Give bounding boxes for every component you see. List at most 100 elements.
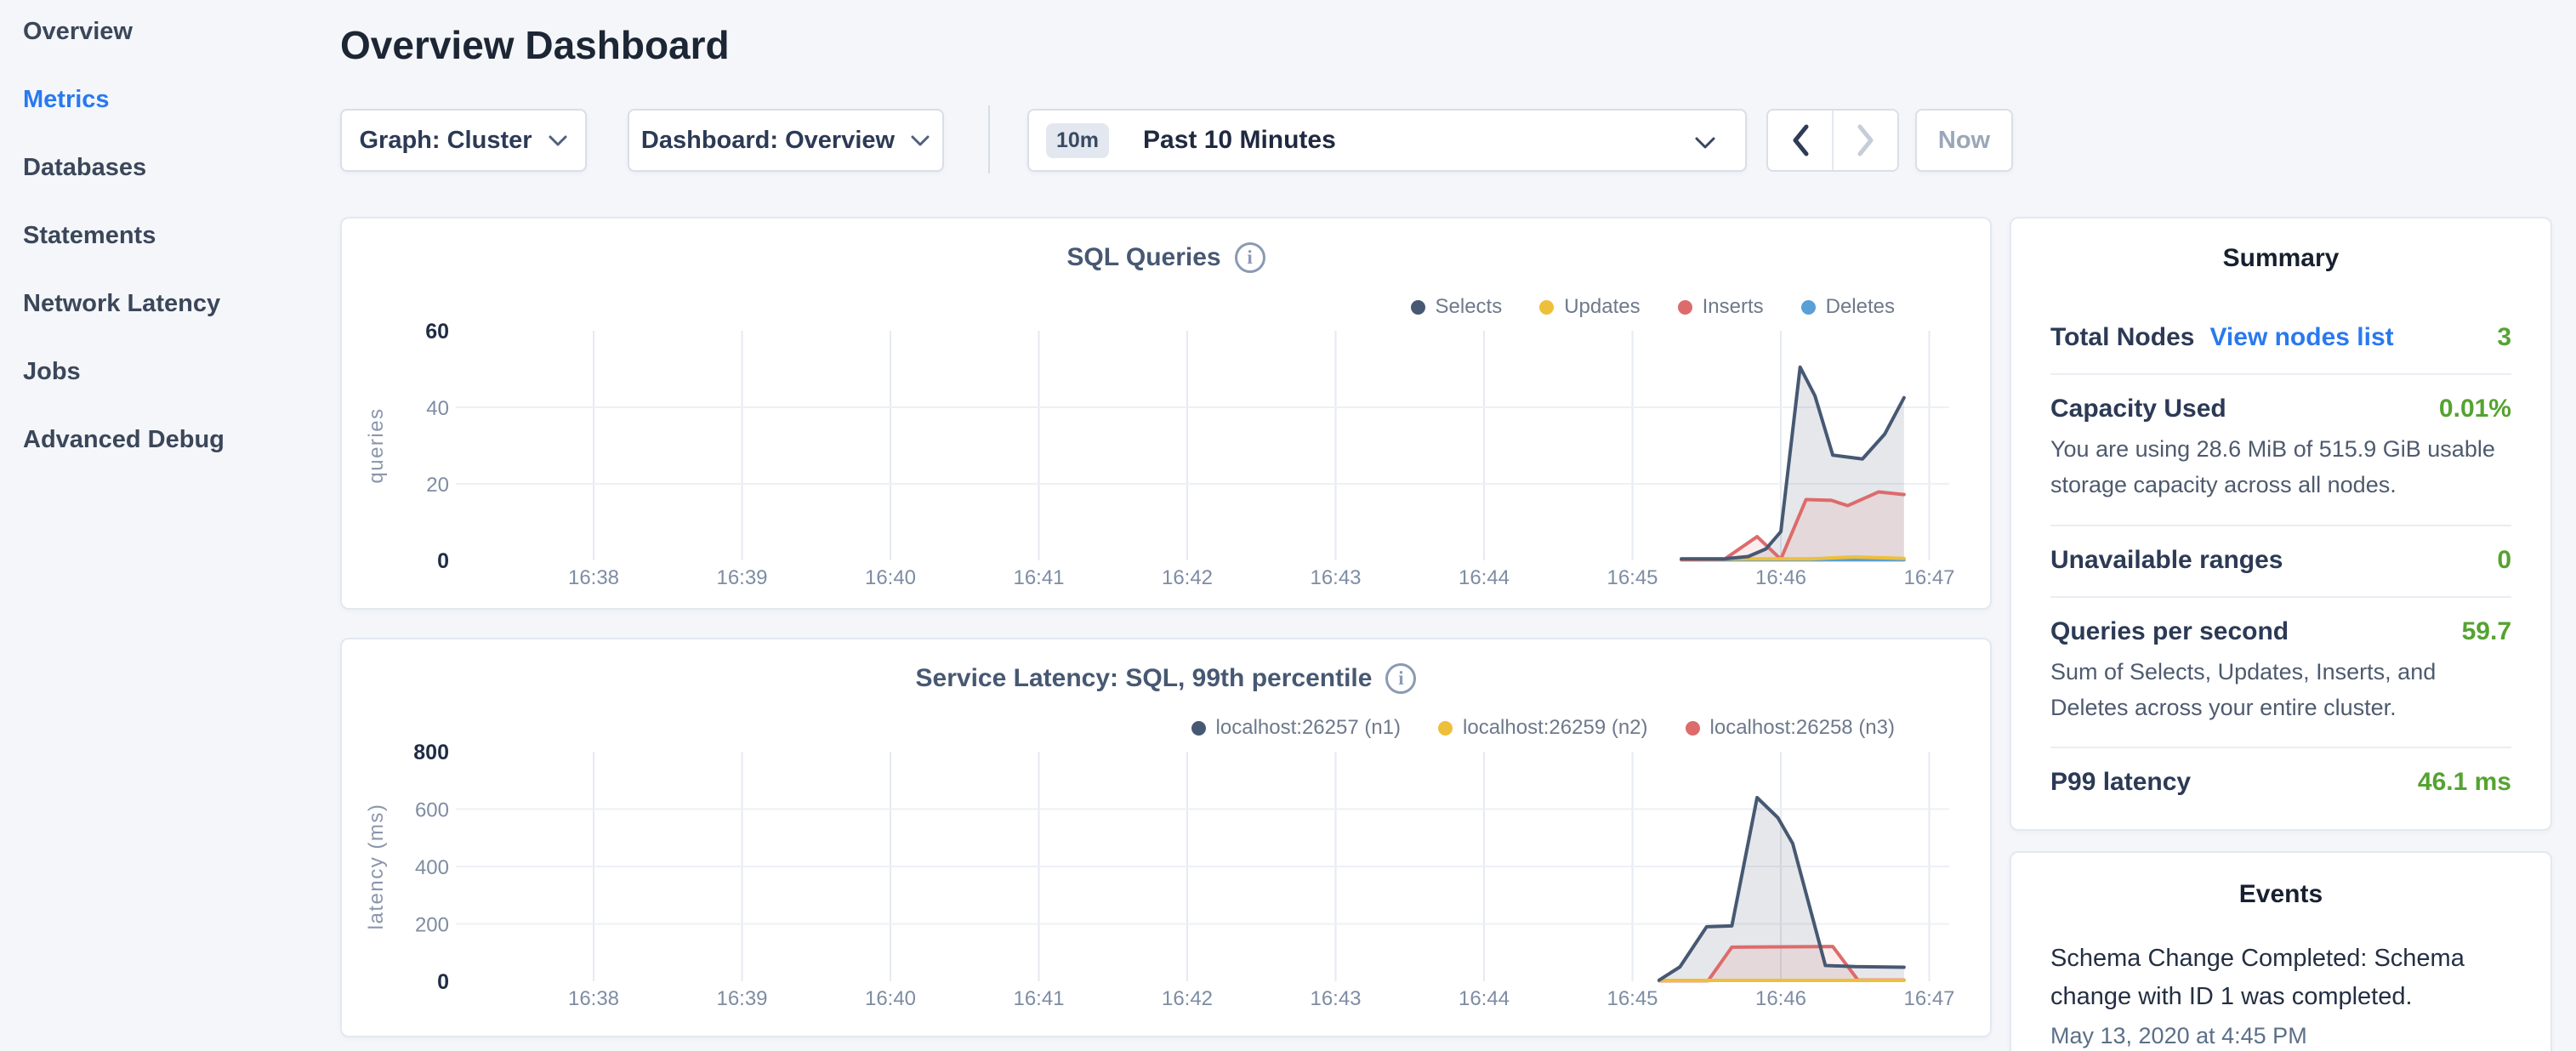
legend-label: Updates	[1564, 295, 1640, 319]
service-latency-plot: 16:3816:3916:4016:4116:4216:4316:4416:45…	[342, 639, 1993, 1031]
app: Overview Metrics Databases Statements Ne…	[0, 0, 2576, 1051]
svg-text:16:46: 16:46	[1755, 987, 1806, 1010]
summary-label: Total Nodes	[2050, 323, 2194, 352]
svg-text:0: 0	[437, 549, 449, 573]
graph-dropdown[interactable]: Graph: Cluster	[340, 109, 587, 172]
time-nav-group	[1766, 109, 1899, 172]
summary-title: Summary	[2050, 244, 2511, 273]
time-range-badge: 10m	[1046, 123, 1109, 158]
chart-title: Service Latency: SQL, 99th percentile	[916, 664, 1373, 693]
svg-text:60: 60	[425, 320, 449, 344]
sidebar-item-statements[interactable]: Statements	[23, 219, 156, 253]
svg-text:16:45: 16:45	[1606, 566, 1658, 589]
summary-value: 59.7	[2462, 617, 2511, 646]
legend-item: Selects	[1411, 295, 1503, 319]
legend-item: localhost:26258 (n3)	[1686, 716, 1895, 740]
legend-label: localhost:26258 (n3)	[1710, 716, 1895, 740]
chevron-down-icon	[548, 134, 568, 147]
info-icon[interactable]: i	[1235, 242, 1265, 273]
dashboard-dropdown-label: Dashboard: Overview	[641, 127, 895, 155]
svg-text:16:38: 16:38	[568, 987, 619, 1010]
svg-text:40: 40	[426, 397, 449, 420]
summary-label: Queries per second	[2050, 617, 2289, 646]
sidebar-item-metrics[interactable]: Metrics	[23, 82, 110, 116]
now-button[interactable]: Now	[1915, 109, 2013, 172]
svg-text:16:44: 16:44	[1459, 987, 1510, 1010]
svg-text:600: 600	[415, 799, 449, 822]
svg-text:16:42: 16:42	[1162, 566, 1213, 589]
legend-dot	[1801, 300, 1816, 315]
event-item[interactable]: Schema Change Completed: Schema change w…	[2050, 940, 2511, 1049]
summary-row-capacity-used: Capacity Used 0.01% You are using 28.6 M…	[2050, 375, 2511, 526]
legend-dot	[1411, 300, 1425, 315]
chevron-down-icon	[1694, 136, 1716, 150]
chevron-down-icon	[910, 134, 930, 147]
page-title: Overview Dashboard	[340, 22, 730, 68]
sidebar-item-advanced-debug[interactable]: Advanced Debug	[23, 423, 225, 457]
info-icon[interactable]: i	[1385, 663, 1416, 694]
summary-row-unavailable-ranges: Unavailable ranges 0	[2050, 526, 2511, 598]
svg-text:20: 20	[426, 474, 449, 497]
chart-title: SQL Queries	[1066, 243, 1220, 272]
legend-label: Selects	[1436, 295, 1503, 319]
summary-value: 3	[2497, 323, 2511, 352]
legend-dot	[1191, 721, 1206, 736]
svg-text:16:40: 16:40	[865, 987, 916, 1010]
legend-label: Inserts	[1703, 295, 1764, 319]
time-range-label: Past 10 Minutes	[1143, 126, 1336, 155]
chart-legend: localhost:26257 (n1) localhost:26259 (n2…	[1191, 716, 1895, 740]
summary-panel: Summary Total Nodes View nodes list 3 Ca…	[2010, 217, 2552, 831]
legend-item: localhost:26257 (n1)	[1191, 716, 1401, 740]
summary-value: 46.1 ms	[2418, 768, 2511, 797]
legend-item: Inserts	[1678, 295, 1764, 319]
svg-text:16:41: 16:41	[1013, 987, 1064, 1010]
time-next-button[interactable]	[1832, 111, 1897, 170]
sidebar: Overview Metrics Databases Statements Ne…	[0, 0, 340, 1051]
legend-label: localhost:26257 (n1)	[1216, 716, 1401, 740]
sql-queries-plot: 16:3816:3916:4016:4116:4216:4316:4416:45…	[342, 219, 1993, 610]
summary-row-total-nodes: Total Nodes View nodes list 3	[2050, 304, 2511, 375]
chevron-left-icon	[1791, 124, 1810, 156]
svg-text:16:45: 16:45	[1606, 987, 1658, 1010]
service-latency-chart-card: Service Latency: SQL, 99th percentile i …	[340, 638, 1992, 1037]
sidebar-item-overview[interactable]: Overview	[23, 14, 133, 48]
chart-legend: Selects Updates Inserts Deletes	[1411, 295, 1896, 319]
svg-text:16:41: 16:41	[1013, 566, 1064, 589]
sql-queries-chart-card: SQL Queries i Selects Updates Inserts De…	[340, 217, 1992, 610]
svg-text:200: 200	[415, 914, 449, 937]
svg-text:800: 800	[413, 741, 449, 764]
graph-dropdown-label: Graph: Cluster	[359, 127, 532, 155]
summary-label: Unavailable ranges	[2050, 546, 2283, 575]
svg-text:16:39: 16:39	[716, 566, 767, 589]
legend-label: Deletes	[1826, 295, 1895, 319]
svg-text:queries: queries	[365, 407, 388, 483]
sidebar-item-jobs[interactable]: Jobs	[23, 355, 81, 389]
time-range-selector[interactable]: 10m Past 10 Minutes	[1027, 109, 1747, 172]
svg-text:400: 400	[415, 856, 449, 879]
legend-dot	[1686, 721, 1700, 736]
view-nodes-list-link[interactable]: View nodes list	[2209, 323, 2393, 352]
event-text: Schema Change Completed: Schema change w…	[2050, 940, 2511, 1016]
svg-text:16:44: 16:44	[1459, 566, 1510, 589]
legend-item: Updates	[1539, 295, 1640, 319]
summary-label: P99 latency	[2050, 768, 2191, 797]
chevron-right-icon	[1857, 124, 1875, 156]
legend-label: localhost:26259 (n2)	[1463, 716, 1647, 740]
svg-text:16:40: 16:40	[865, 566, 916, 589]
sidebar-item-databases[interactable]: Databases	[23, 151, 146, 185]
summary-desc: Sum of Selects, Updates, Inserts, and De…	[2050, 655, 2511, 726]
events-panel: Events Schema Change Completed: Schema c…	[2010, 851, 2552, 1051]
svg-text:16:47: 16:47	[1903, 566, 1954, 589]
summary-value: 0	[2497, 546, 2511, 575]
svg-text:16:42: 16:42	[1162, 987, 1213, 1010]
sidebar-item-network-latency[interactable]: Network Latency	[23, 287, 220, 321]
svg-text:latency (ms): latency (ms)	[365, 804, 388, 930]
summary-row-queries-per-second: Queries per second 59.7 Sum of Selects, …	[2050, 598, 2511, 749]
legend-dot	[1438, 721, 1453, 736]
legend-item: Deletes	[1801, 295, 1895, 319]
svg-text:16:43: 16:43	[1310, 566, 1361, 589]
svg-text:0: 0	[437, 970, 449, 994]
time-prev-button[interactable]	[1768, 111, 1832, 170]
summary-value: 0.01%	[2439, 395, 2511, 423]
dashboard-dropdown[interactable]: Dashboard: Overview	[628, 109, 944, 172]
